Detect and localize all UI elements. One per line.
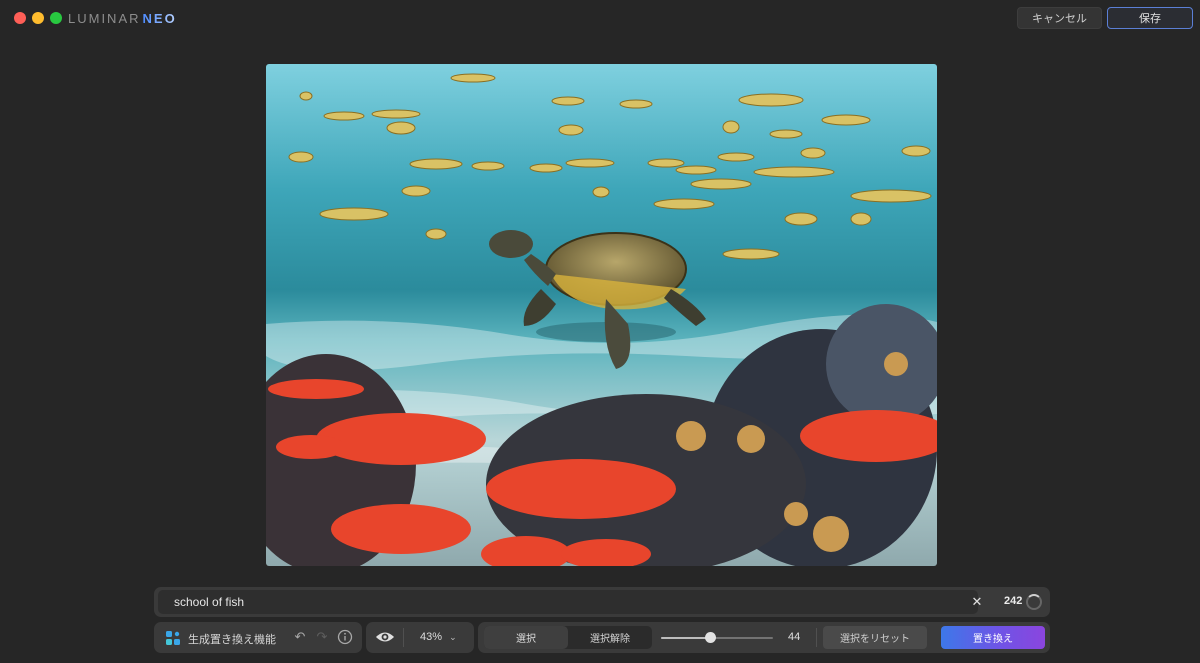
generative-replace-icon xyxy=(166,631,180,645)
selection-toolbar: 選択 選択解除 44 選択をリセット 置き換え xyxy=(478,622,1050,653)
character-count: 242 xyxy=(1004,595,1023,607)
slider-thumb[interactable] xyxy=(705,632,716,643)
divider xyxy=(816,628,817,647)
view-toolbar: 43% ⌄ xyxy=(366,622,474,653)
select-mode-button[interactable]: 選択 xyxy=(484,626,568,649)
save-button[interactable]: 保存 xyxy=(1107,7,1193,29)
zoom-dropdown[interactable]: 43% ⌄ xyxy=(420,631,457,643)
close-window-button[interactable] xyxy=(14,12,26,24)
deselect-mode-button[interactable]: 選択解除 xyxy=(568,626,652,649)
redo-icon[interactable]: ↷ xyxy=(314,629,330,645)
divider xyxy=(403,628,404,647)
minimize-window-button[interactable] xyxy=(32,12,44,24)
cancel-button[interactable]: キャンセル xyxy=(1017,7,1102,29)
app-logo: LUMINAR NEO xyxy=(68,11,177,26)
tool-name-label: 生成置き換え機能 xyxy=(188,634,276,646)
logo-word-luminar: LUMINAR xyxy=(68,11,141,26)
brush-size-value: 44 xyxy=(788,631,801,643)
photo-canvas[interactable] xyxy=(266,64,937,566)
undo-icon[interactable]: ↶ xyxy=(292,629,308,645)
zoom-level: 43% xyxy=(420,631,443,643)
underwater-photo xyxy=(266,64,937,566)
selection-mode-switch: 選択 選択解除 xyxy=(484,626,652,649)
prompt-bar: ✕ 242 xyxy=(154,587,1050,617)
eye-icon[interactable] xyxy=(375,630,395,644)
close-icon[interactable]: ✕ xyxy=(968,593,986,611)
generative-replace-toolbar: 生成置き換え機能 ↶ ↷ xyxy=(154,622,362,653)
brush-size-slider[interactable] xyxy=(661,632,773,643)
slider-fill xyxy=(661,637,710,639)
info-icon[interactable] xyxy=(337,629,353,645)
zoom-window-button[interactable] xyxy=(50,12,62,24)
replace-button[interactable]: 置き換え xyxy=(941,626,1045,649)
prompt-input[interactable] xyxy=(158,590,978,614)
reset-selection-button[interactable]: 選択をリセット xyxy=(823,626,927,649)
logo-word-neo: NEO xyxy=(142,11,177,26)
title-bar: LUMINAR NEO キャンセル 保存 xyxy=(0,0,1200,36)
progress-ring-icon xyxy=(1026,594,1042,610)
chevron-down-icon: ⌄ xyxy=(449,632,457,642)
